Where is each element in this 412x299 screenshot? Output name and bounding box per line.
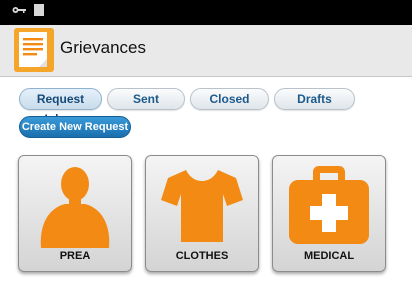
action-bar: Grievances — [0, 25, 412, 77]
status-bar — [0, 0, 412, 25]
category-tile-medical[interactable]: MEDICAL — [272, 155, 386, 272]
create-new-request-button[interactable]: Create New Request — [19, 116, 131, 138]
tshirt-icon — [161, 170, 243, 242]
tab-drafts[interactable]: Drafts — [274, 88, 355, 110]
notepad-icon[interactable] — [14, 28, 54, 72]
app-title: Grievances — [60, 38, 146, 57]
sd-card-icon — [34, 4, 45, 16]
tab-sent[interactable]: Sent — [107, 88, 185, 110]
category-tile-prea[interactable]: PREA — [18, 155, 132, 272]
category-label: CLOTHES — [175, 250, 229, 262]
person-icon — [40, 167, 110, 248]
medical-kit-icon — [289, 166, 369, 244]
category-label: PREA — [59, 250, 91, 262]
tab-request-inbox[interactable]: Request Inbox — [19, 88, 102, 126]
category-label: MEDICAL — [303, 250, 355, 262]
category-tile-clothes[interactable]: CLOTHES — [145, 155, 259, 272]
tab-closed[interactable]: Closed — [190, 88, 269, 110]
key-icon — [12, 7, 26, 13]
